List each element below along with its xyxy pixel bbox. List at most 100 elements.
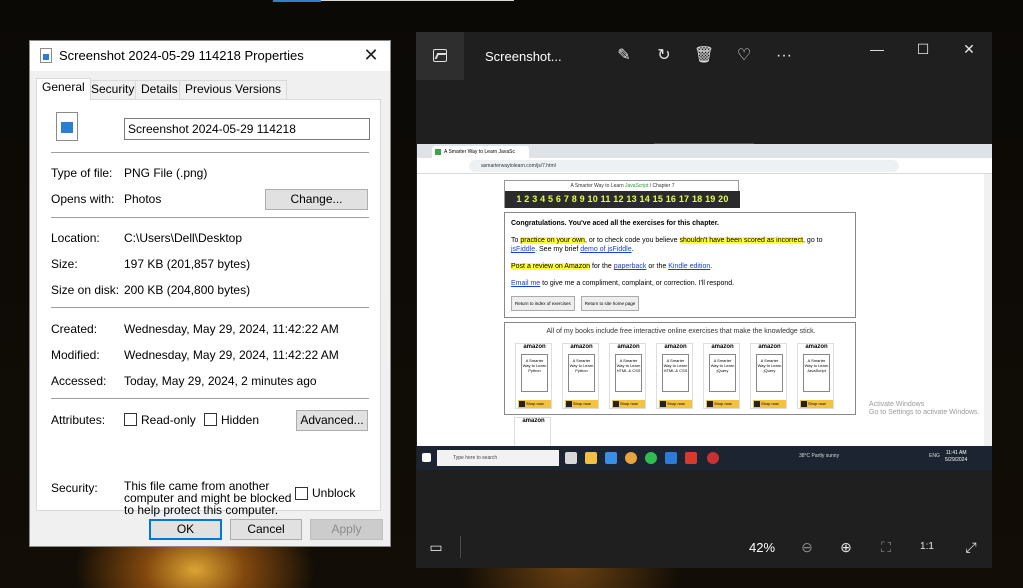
read-only-label: Read-only — [141, 413, 196, 427]
shop-now-button: Shop now — [800, 400, 833, 408]
book-card: amazon A Smarter Way to Learn Python Shop … — [562, 343, 599, 409]
site-buttons: Return to index of exercises Return to si… — [511, 296, 849, 311]
acrobat-icon — [685, 452, 697, 464]
amazon-logo: amazon — [711, 344, 734, 350]
actual-size-icon[interactable]: 1:1 — [915, 536, 939, 558]
hidden-checkbox[interactable] — [204, 413, 217, 426]
photo-title: Screenshot... — [485, 49, 562, 64]
cancel-button[interactable]: Cancel — [230, 519, 302, 540]
browser-tabstrip: A Smarter Way to Learn JavaSc — [417, 144, 992, 158]
book-cover: A Smarter Way to Learn HTML & CSS — [662, 354, 689, 392]
created-value: Wednesday, May 29, 2024, 11:42:22 AM — [124, 322, 339, 336]
divider — [51, 152, 369, 153]
read-only-checkbox[interactable] — [124, 413, 137, 426]
shop-now-button: Shop now — [565, 400, 598, 408]
file-name-input[interactable]: Screenshot 2024-05-29 114218 — [124, 118, 370, 140]
opens-with-label: Opens with: — [51, 192, 115, 206]
apply-button[interactable]: Apply — [310, 519, 383, 540]
accessed-label: Accessed: — [51, 374, 107, 388]
tab-previous-versions[interactable]: Previous Versions — [179, 80, 288, 99]
more-icon[interactable]: ··· — [773, 45, 795, 67]
size-value: 197 KB (201,857 bytes) — [124, 257, 251, 271]
security-message: This file came from another computer and… — [124, 479, 292, 517]
amazon-logo: amazon — [522, 418, 545, 424]
file-explorer-icon — [585, 452, 597, 464]
modified-label: Modified: — [51, 348, 100, 362]
book-cover: A Smarter Way to Learn Python — [568, 354, 595, 392]
divider — [51, 217, 369, 218]
books-box: All of my books include free interactive… — [504, 322, 856, 415]
book-card: amazon A Smarter Way to Learn jQuery Shop … — [750, 343, 787, 409]
site-title: A Smarter Way to Learn JavaScript / Chap… — [570, 183, 675, 189]
book-cover: A Smarter Way to Learn JavaScript — [803, 354, 830, 392]
edit-icon[interactable]: ✎ — [613, 45, 635, 67]
unblock-label: Unblock — [312, 486, 356, 500]
tab-details[interactable]: Details — [135, 80, 184, 99]
delete-icon[interactable]: 🗑 — [693, 45, 715, 67]
store-icon — [605, 452, 617, 464]
book-cover: A Smarter Way to Learn jQuery — [709, 354, 736, 392]
book-cover: A Smarter Way to Learn Python — [521, 354, 548, 392]
divider — [460, 536, 461, 558]
congrats-heading: Congratulations. You've aced all the exe… — [511, 220, 719, 227]
book-cover: A Smarter Way to Learn HTML & CSS — [615, 354, 642, 392]
advanced-button[interactable]: Advanced... — [296, 410, 368, 431]
change-button[interactable]: Change... — [265, 189, 368, 210]
ok-button[interactable]: OK — [149, 519, 222, 540]
zoom-in-icon[interactable]: ⊕ — [834, 536, 858, 558]
size-on-disk-value: 200 KB (204,800 bytes) — [124, 283, 251, 297]
book-card: amazon A Smarter Way to Learn JavaScript S… — [797, 343, 834, 409]
amazon-logo: amazon — [664, 344, 687, 350]
close-icon[interactable]: ✕ — [360, 44, 382, 66]
amazon-logo: amazon — [805, 344, 828, 350]
zoom-out-icon[interactable]: ⊖ — [795, 536, 819, 558]
book-card: amazon A Smarter Way to Learn Python Shop … — [515, 343, 552, 409]
fit-to-window-icon[interactable]: ⛶ — [874, 536, 898, 558]
security-label: Security: — [51, 481, 98, 495]
amazon-logo: amazon — [523, 344, 546, 350]
book-card: amazon A Smarter Way to Learn HTML & CSS S… — [609, 343, 646, 409]
tab-general[interactable]: General — [36, 78, 91, 100]
fullscreen-icon[interactable]: ⤢ — [959, 536, 983, 558]
site-nav: A Smarter Way to Learn JavaScript / Chap… — [504, 180, 740, 208]
accessed-value: Today, May 29, 2024, 2 minutes ago — [124, 374, 317, 388]
amazon-logo: amazon — [758, 344, 781, 350]
unblock-checkbox[interactable] — [295, 487, 308, 500]
photos-bottom-bar: ▭ 42% ⊖ ⊕ ⛶ 1:1 ⤢ — [416, 528, 992, 568]
browser-scrollbar — [984, 174, 992, 446]
weather-widget: 38°C Partly sunny — [799, 453, 840, 459]
divider — [51, 307, 369, 308]
tab-security[interactable]: Security — [85, 80, 141, 99]
shop-now-button: Shop now — [518, 400, 551, 408]
chapter-numbers: 1 2 3 4 5 6 7 8 9 10 11 12 13 14 15 16 1… — [505, 191, 740, 208]
photos-window: Screenshot... ✎ ↻ 🗑 ♡ ··· — ☐ ✕ A Smarte… — [416, 32, 992, 568]
general-panel: Screenshot 2024-05-29 114218 Type of fil… — [36, 99, 381, 516]
taskbar-search: Type here to search — [437, 450, 559, 466]
language-indicator: ENG — [929, 453, 940, 459]
maximize-icon[interactable]: ☐ — [908, 38, 938, 60]
record-icon — [707, 452, 719, 464]
zoom-level[interactable]: 42% — [749, 540, 775, 555]
properties-titlebar[interactable]: Screenshot 2024-05-29 114218 Properties … — [30, 41, 390, 71]
location-value: C:\Users\Dell\Desktop — [124, 231, 243, 245]
filmstrip-icon[interactable]: ▭ — [424, 536, 448, 558]
amazon-logo: amazon — [570, 344, 593, 350]
task-view-icon — [565, 452, 577, 464]
attributes-label: Attributes: — [51, 413, 106, 427]
vscode-icon — [665, 452, 677, 464]
gallery-button[interactable] — [416, 32, 464, 80]
minimize-icon[interactable]: — — [862, 38, 892, 60]
opens-with-value: Photos — [124, 192, 162, 206]
image-file-icon — [40, 48, 52, 63]
displayed-image[interactable]: A Smarter Way to Learn JavaSc asmarterwa… — [417, 144, 992, 470]
captured-taskbar: Type here to search 38°C Partly sunny EN… — [417, 446, 992, 470]
favorite-icon[interactable]: ♡ — [733, 45, 755, 67]
rotate-icon[interactable]: ↻ — [653, 45, 675, 67]
size-on-disk-label: Size on disk: — [51, 283, 120, 297]
created-label: Created: — [51, 322, 98, 336]
books-title: All of my books include free interactive… — [546, 328, 816, 335]
modified-value: Wednesday, May 29, 2024, 11:42:22 AM — [124, 348, 339, 362]
location-label: Location: — [51, 231, 100, 245]
close-icon[interactable]: ✕ — [954, 38, 984, 60]
shop-now-button: Shop now — [612, 400, 645, 408]
